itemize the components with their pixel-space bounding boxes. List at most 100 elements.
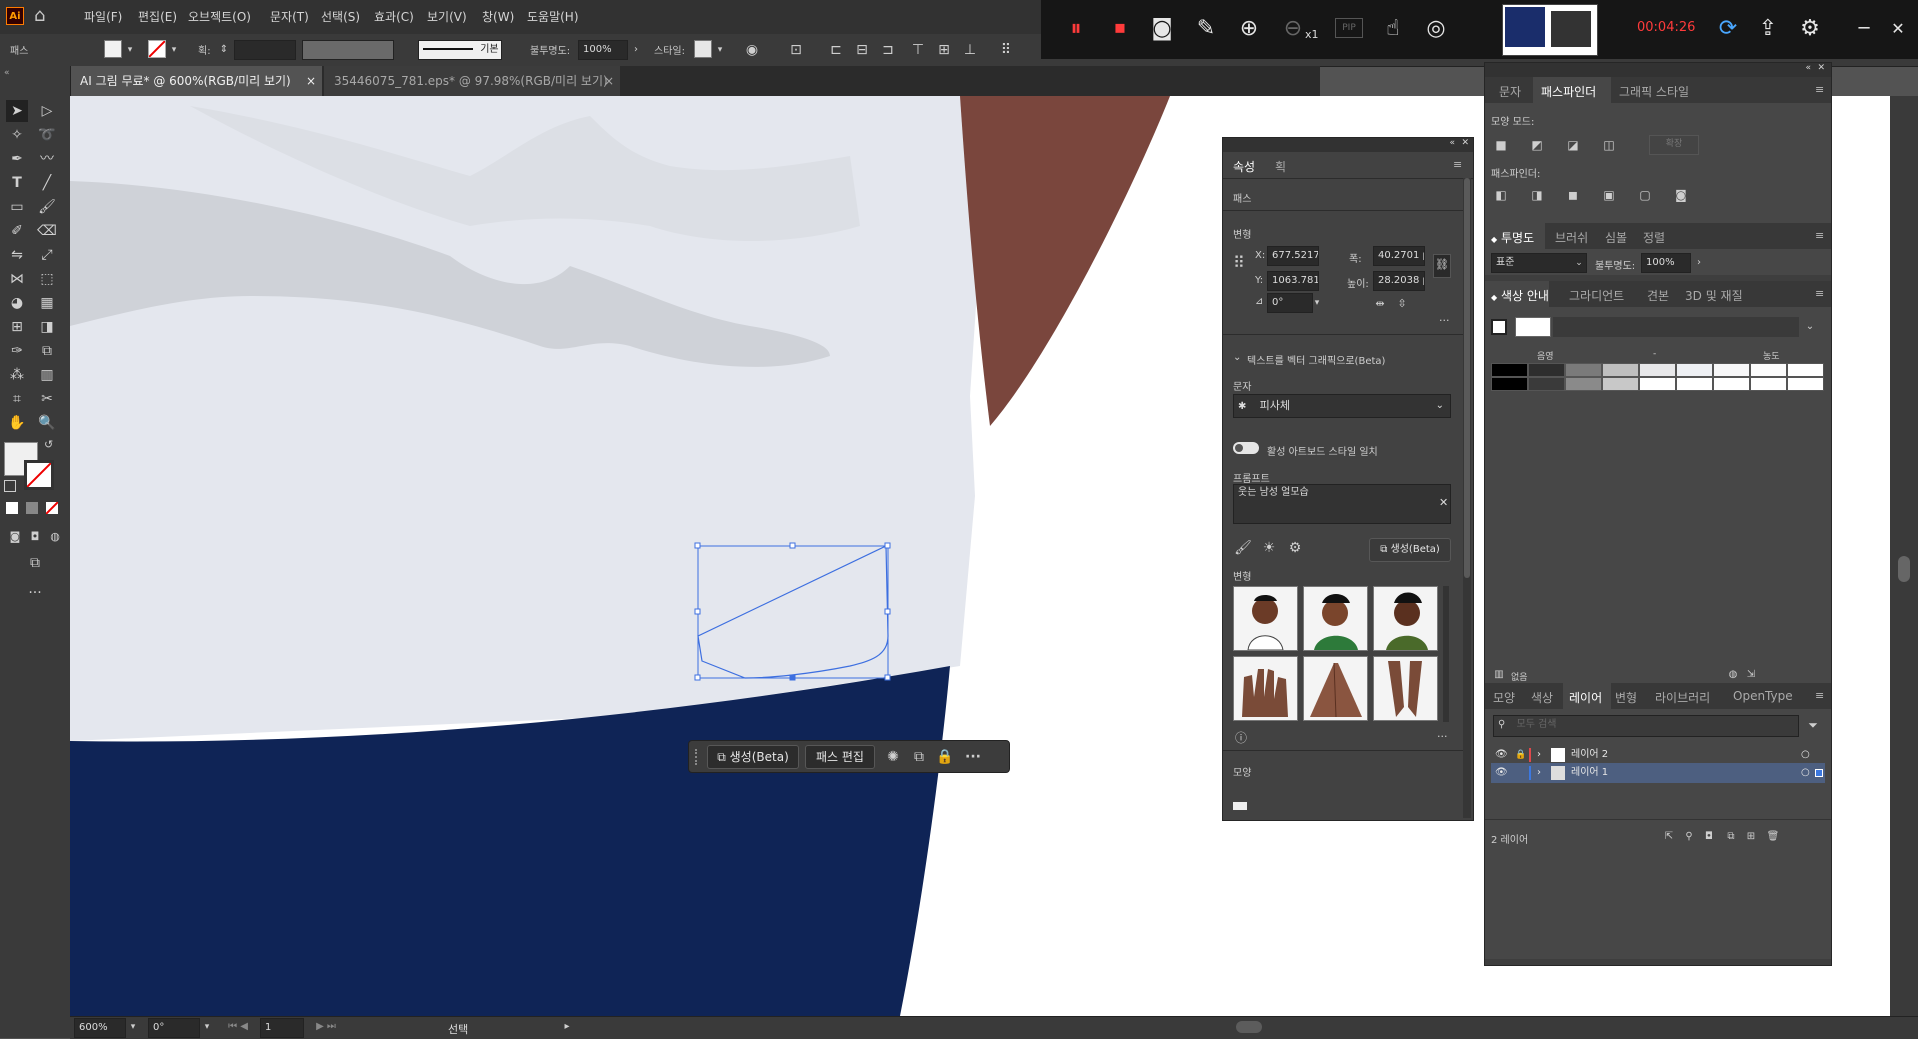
close-panel-icon[interactable]: ✕ (1461, 138, 1469, 148)
shaper-tool-icon[interactable]: ✐ (6, 220, 28, 242)
screenshot-icon[interactable]: ◙ (1147, 14, 1177, 44)
layer-name[interactable]: 레이어 2 (1571, 745, 1608, 765)
selection-tool-icon[interactable]: ➤ (6, 100, 28, 122)
chevron-down-icon[interactable]: ⌄ (1573, 253, 1585, 273)
cursor-highlight-icon[interactable]: ◎ (1421, 14, 1451, 44)
refresh-icon[interactable]: ⟳ (1713, 14, 1743, 44)
variation-thumbnail[interactable] (1233, 586, 1298, 651)
cursor-effect-icon[interactable]: ☝ (1378, 14, 1408, 44)
height-field[interactable]: 28.2038 p (1373, 271, 1425, 291)
flip-horizontal-icon[interactable]: ⇹ (1371, 294, 1389, 314)
layer-name[interactable]: 레이어 1 (1571, 763, 1608, 783)
color-guide-cell[interactable] (1787, 377, 1824, 391)
appearance-fill-swatch[interactable] (1233, 802, 1247, 810)
properties-scrollbar[interactable] (1463, 178, 1471, 818)
reflect-tool-icon[interactable]: ⇋ (6, 244, 28, 266)
graphic-style-swatch[interactable] (694, 40, 712, 58)
transparency-opacity-field[interactable]: 100% (1641, 253, 1691, 273)
pip-button[interactable]: PIP (1335, 18, 1363, 38)
edit-colors-icon[interactable]: ◍ (1725, 665, 1741, 685)
paintbrush-tool-icon[interactable]: 🖌 (36, 196, 58, 218)
minus-front-icon[interactable]: ◩ (1527, 135, 1547, 155)
subject-type-dropdown[interactable]: ✱ 피사체 ⌄ (1233, 394, 1451, 418)
status-menu-arrow-icon[interactable]: ▸ (560, 1017, 574, 1037)
close-tab-icon[interactable]: × (306, 66, 316, 96)
collapse-icon[interactable]: « (4, 68, 10, 78)
close-tab-icon[interactable]: × (604, 66, 614, 96)
delete-layer-icon[interactable]: 🗑 (1765, 827, 1781, 847)
more-transform-options-icon[interactable]: ··· (1439, 314, 1450, 327)
chevron-down-icon[interactable]: ▾ (168, 40, 180, 60)
menu-help[interactable]: 도움말(H) (527, 8, 579, 25)
match-style-toggle[interactable] (1233, 442, 1259, 454)
color-guide-cell[interactable] (1565, 363, 1602, 377)
lock-icon[interactable]: 🔒 (1515, 745, 1526, 765)
new-sublayer-icon[interactable]: ⧉ (1723, 827, 1739, 847)
layers-search-input[interactable]: ⚲ 모두 검색 (1493, 715, 1799, 737)
draw-inside-icon[interactable]: ◍ (44, 526, 66, 548)
blend-tool-icon[interactable]: ⧉ (36, 340, 58, 362)
width-tool-icon[interactable]: ⋈ (6, 268, 28, 290)
chevron-right-icon[interactable]: › (1693, 253, 1705, 273)
draw-pen-icon[interactable]: ✎ (1191, 14, 1221, 44)
export-for-screens-icon[interactable]: ⇱ (1661, 827, 1677, 847)
chevron-down-icon[interactable]: ▾ (126, 1017, 140, 1037)
menu-object[interactable]: 오브젝트(O) (188, 8, 251, 25)
recolor-icon[interactable]: ◉ (742, 40, 762, 60)
draw-behind-icon[interactable]: ◘ (24, 526, 46, 548)
drag-handle-icon[interactable] (695, 749, 700, 765)
variation-thumbnail[interactable] (1373, 656, 1438, 721)
brush-definition-field[interactable]: 기본 (418, 40, 502, 60)
merge-icon[interactable]: ◼ (1563, 185, 1583, 205)
scale-tool-icon[interactable]: ⤢ (36, 244, 58, 266)
style-picker-icon[interactable]: 🖌 (1233, 538, 1253, 558)
generate-beta-button[interactable]: ⧉ 생성(Beta) (707, 745, 799, 769)
visibility-eye-icon[interactable]: 👁 (1495, 763, 1508, 783)
align-center-icon[interactable]: ⊟ (852, 40, 872, 60)
opacity-field[interactable]: 100% (578, 40, 628, 60)
eyedropper-tool-icon[interactable]: ✑ (6, 340, 28, 362)
lock-icon[interactable]: 🔒 (933, 747, 957, 767)
align-bottom-icon[interactable]: ⊥ (960, 40, 980, 60)
tab-layers[interactable]: 레이어 (1569, 689, 1602, 706)
color-guide-cell[interactable] (1750, 377, 1787, 391)
reference-point-icon[interactable]: ⠿ (1233, 255, 1245, 271)
chevron-down-icon[interactable]: ⌄ (1233, 352, 1241, 363)
selection-indicator-icon[interactable] (1815, 769, 1823, 777)
panel-menu-icon[interactable]: ≡ (1453, 158, 1462, 171)
chevron-right-icon[interactable]: › (1537, 745, 1541, 765)
layer-row-selected[interactable]: 👁 › 레이어 1 ○ (1491, 763, 1825, 783)
color-guide-cell[interactable] (1676, 363, 1713, 377)
horizontal-scroll-thumb[interactable] (1236, 1021, 1262, 1033)
more-tools-icon[interactable]: ··· (20, 582, 50, 604)
color-mode-icon[interactable] (6, 502, 18, 514)
shape-builder-tool-icon[interactable]: ◕ (6, 292, 28, 314)
line-tool-icon[interactable]: ╱ (36, 172, 58, 194)
doc-tab-active[interactable]: AI 그림 무료* @ 600%(RGB/미리 보기) × (70, 66, 322, 96)
draw-normal-icon[interactable]: ◙ (4, 526, 26, 548)
gen-settings-gear-icon[interactable]: ⚙ (1285, 538, 1305, 558)
layer-row[interactable]: 👁 🔒 › 레이어 2 ○ (1491, 745, 1825, 765)
stroke-weight-field[interactable] (234, 40, 296, 60)
close-recorder-icon[interactable]: ✕ (1883, 14, 1913, 44)
align-left-icon[interactable]: ⊏ (826, 40, 846, 60)
graph-tool-icon[interactable]: ▥ (36, 364, 58, 386)
stroke-color-box[interactable] (24, 460, 54, 490)
mesh-tool-icon[interactable]: ⊞ (6, 316, 28, 338)
menu-window[interactable]: 창(W) (482, 8, 514, 25)
target-circle-icon[interactable]: ○ (1801, 763, 1810, 783)
zoom-level-field[interactable]: 600% (74, 1018, 126, 1038)
text-to-vector-section[interactable]: 텍스트를 벡터 그래픽으로(Beta) (1247, 352, 1385, 367)
variation-thumbnail[interactable] (1373, 586, 1438, 651)
divide-icon[interactable]: ◧ (1491, 185, 1511, 205)
chevron-right-icon[interactable]: › (630, 40, 642, 60)
variation-thumbnail[interactable] (1233, 656, 1298, 721)
unite-icon[interactable]: ■ (1491, 135, 1511, 155)
variable-width-field[interactable] (302, 40, 394, 60)
artboard-number-field[interactable]: 1 (260, 1018, 304, 1038)
slice-tool-icon[interactable]: ✂ (36, 388, 58, 410)
color-guide-cell[interactable] (1787, 363, 1824, 377)
panel-menu-icon[interactable]: ≡ (1815, 229, 1824, 242)
target-circle-icon[interactable]: ○ (1801, 745, 1810, 765)
tab-brushes[interactable]: 브러쉬 (1555, 229, 1588, 246)
